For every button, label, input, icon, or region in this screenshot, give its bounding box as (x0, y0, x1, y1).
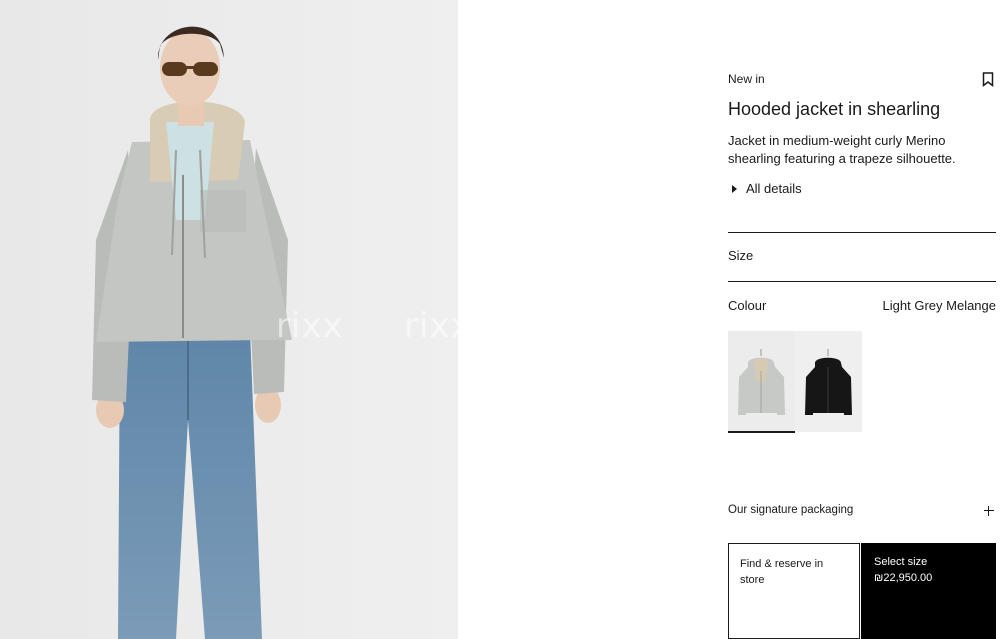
model-photo (0, 0, 458, 639)
find-reserve-in-store-button[interactable]: Find & reserve in store (728, 543, 860, 639)
divider (728, 281, 996, 282)
select-size-button[interactable]: Select size ₪22,950.00 (861, 543, 996, 639)
price: ₪22,950.00 (874, 572, 933, 584)
product-title: Hooded jacket in shearling (728, 99, 941, 119)
colour-swatch-light-grey[interactable] (728, 331, 795, 432)
find-reserve-label: Find & reserve in store (740, 558, 824, 586)
jacket-thumbnail (738, 349, 785, 415)
selected-colour: Light Grey Melange (882, 298, 996, 313)
bookmark-icon[interactable] (982, 72, 994, 88)
triangle-right-icon (732, 184, 737, 193)
size-selector[interactable]: Size (728, 233, 996, 281)
watermark-text: rixx (404, 306, 458, 346)
plus-icon (984, 506, 994, 516)
selected-swatch-indicator (728, 431, 795, 433)
all-details-label: All details (746, 181, 802, 196)
colour-label: Colour (728, 298, 767, 313)
colour-swatch-black[interactable] (795, 331, 862, 432)
new-in-badge: New in (728, 72, 765, 86)
packaging-label: Our signature packaging (728, 504, 854, 516)
jacket-thumbnail (805, 349, 852, 415)
signature-packaging-accordion[interactable]: Our signature packaging (728, 500, 996, 522)
size-label: Size (728, 248, 754, 263)
select-size-label: Select size (874, 556, 928, 568)
product-info-panel: New in Hooded jacket in shearling Jacket… (728, 0, 996, 639)
all-details-toggle[interactable]: All details (732, 181, 802, 196)
watermark-text: rixx (276, 306, 344, 346)
product-image[interactable]: rixx rixx (0, 0, 458, 639)
product-description: Jacket in medium-weight curly Merino she… (728, 133, 956, 166)
